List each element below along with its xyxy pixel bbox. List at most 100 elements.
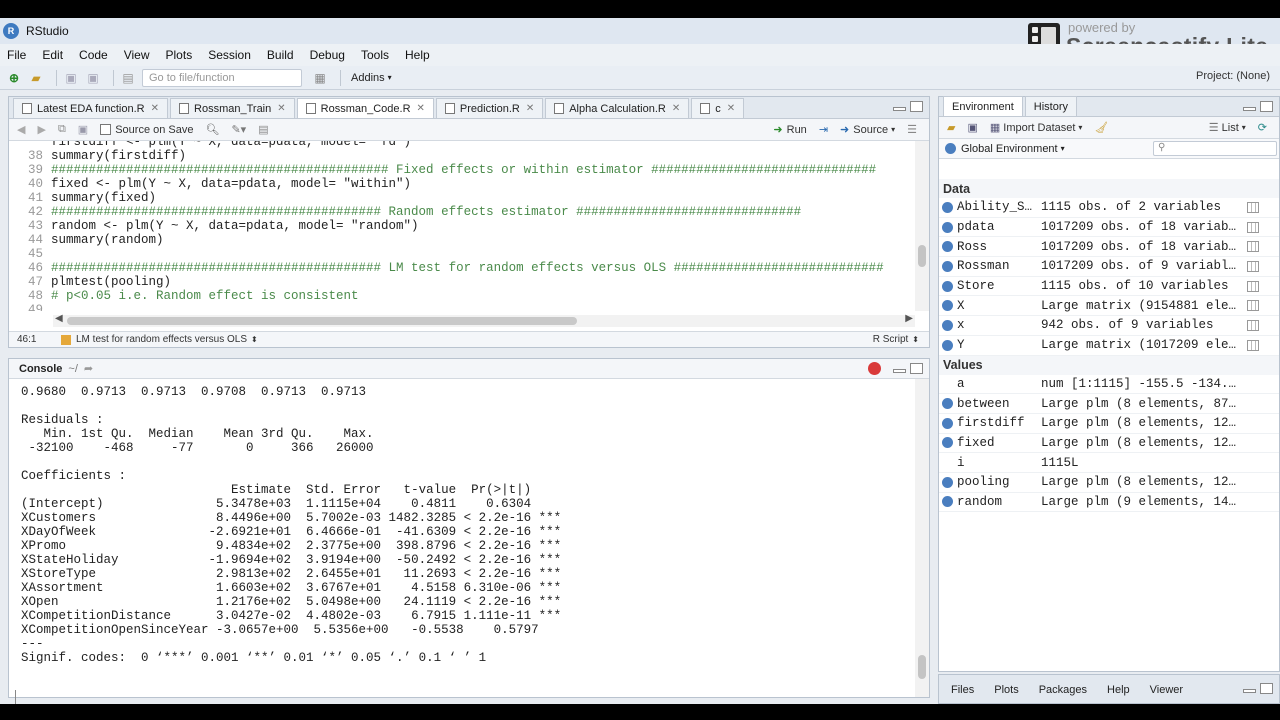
tab-alpha-calculation[interactable]: Alpha Calculation.R ✕ — [545, 98, 690, 118]
minimize-icon[interactable] — [893, 369, 906, 373]
tab-rossman-code[interactable]: Rossman_Code.R ✕ — [296, 98, 434, 118]
maximize-icon[interactable] — [1260, 683, 1273, 694]
environment-row[interactable]: pooling Large plm (8 elements, 129.… — [939, 473, 1279, 493]
addins-menu[interactable]: Addins — [351, 72, 385, 84]
environment-row[interactable]: Rossman 1017209 obs. of 9 variabl… — [939, 257, 1279, 277]
console-output[interactable]: 0.9680 0.9713 0.9713 0.9708 0.9713 0.971… — [21, 385, 911, 687]
expand-object-icon[interactable] — [942, 319, 953, 331]
forward-arrow-icon[interactable]: ▶ — [37, 123, 45, 136]
console-vertical-scrollbar[interactable] — [915, 379, 929, 697]
editor-vertical-scrollbar[interactable] — [915, 141, 929, 311]
file-type[interactable]: R Script — [873, 334, 909, 345]
expand-object-icon[interactable] — [942, 417, 953, 429]
view-data-icon[interactable] — [1247, 260, 1259, 272]
code-line[interactable]: 39 ######################################… — [9, 163, 876, 177]
list-view-menu[interactable]: ☰ List ▾ — [1209, 121, 1246, 135]
code-line[interactable]: 43 random <- plm(Y ~ X, data=pdata, model… — [9, 219, 419, 233]
environment-row[interactable]: Ability_S… 1115 obs. of 2 variables — [939, 198, 1279, 218]
back-arrow-icon[interactable]: ◀ — [17, 123, 25, 136]
clear-workspace-icon[interactable]: 🧹︎ — [1094, 121, 1108, 134]
open-project-icon[interactable]: ▰ — [28, 70, 44, 86]
code-line[interactable]: 45 — [9, 247, 51, 261]
expand-object-icon[interactable] — [942, 241, 953, 253]
minimize-icon[interactable] — [1243, 689, 1256, 693]
close-icon[interactable]: ✕ — [277, 103, 285, 114]
environment-row[interactable]: Ross 1017209 obs. of 18 variab… — [939, 237, 1279, 258]
search-icon[interactable]: 🔍︎ — [205, 123, 219, 136]
tab-prediction[interactable]: Prediction.R ✕ — [435, 98, 544, 118]
expand-object-icon[interactable] — [942, 280, 953, 292]
scroll-thumb[interactable] — [918, 245, 926, 267]
tab-rossman-train[interactable]: Rossman_Train ✕ — [170, 98, 295, 118]
run-button[interactable]: ➜ Run — [773, 123, 806, 137]
tab-plots[interactable]: Plots — [984, 680, 1028, 700]
view-data-icon[interactable] — [1247, 201, 1259, 213]
tab-c[interactable]: c ✕ — [691, 98, 745, 118]
menu-build[interactable]: Build — [267, 48, 294, 62]
expand-object-icon[interactable] — [942, 221, 953, 233]
new-file-icon[interactable]: ⊕ — [6, 70, 22, 86]
minimize-icon[interactable] — [1243, 107, 1256, 111]
environment-scope-select[interactable]: Global Environment — [961, 143, 1058, 155]
environment-search-input[interactable]: ⚲ — [1153, 141, 1277, 156]
maximize-icon[interactable] — [910, 101, 923, 112]
stop-icon[interactable] — [868, 362, 881, 375]
tab-help[interactable]: Help — [1097, 680, 1140, 700]
environment-row[interactable]: Store 1115 obs. of 10 variables — [939, 277, 1279, 297]
save-workspace-icon[interactable]: ▣ — [967, 121, 977, 134]
close-icon[interactable]: ✕ — [417, 103, 425, 114]
expand-object-icon[interactable] — [942, 437, 953, 449]
save-all-icon[interactable]: ▣ — [85, 70, 101, 86]
expand-object-icon[interactable] — [942, 398, 953, 410]
minimize-icon[interactable] — [893, 107, 906, 111]
project-menu[interactable]: Project: (None) — [1196, 70, 1270, 82]
refresh-icon[interactable]: ⟳ — [1258, 121, 1267, 134]
menu-plots[interactable]: Plots — [166, 48, 193, 62]
environment-row[interactable]: fixed Large plm (8 elements, 129.… — [939, 434, 1279, 454]
scroll-thumb[interactable] — [918, 655, 926, 679]
menu-view[interactable]: View — [124, 48, 150, 62]
close-icon[interactable]: ✕ — [672, 103, 680, 114]
code-line[interactable]: 40 fixed <- plm(Y ~ X, data=pdata, model=… — [9, 177, 411, 191]
load-workspace-icon[interactable]: ▰ — [947, 121, 955, 134]
menu-code[interactable]: Code — [79, 48, 108, 62]
code-line[interactable]: 41 summary(fixed) — [9, 191, 156, 205]
scroll-left-icon[interactable]: ◀ — [55, 313, 63, 324]
expand-object-icon[interactable] — [942, 476, 953, 488]
source-button[interactable]: ➜ Source ▾ — [840, 123, 895, 137]
expand-object-icon[interactable] — [942, 300, 953, 312]
tab-latest-eda[interactable]: Latest EDA function.R ✕ — [13, 98, 169, 118]
menu-file[interactable]: File — [7, 48, 26, 62]
view-data-icon[interactable] — [1247, 221, 1259, 233]
environment-row[interactable]: pdata 1017209 obs. of 18 variab… — [939, 218, 1279, 238]
view-data-icon[interactable] — [1247, 300, 1259, 312]
environment-row[interactable]: random Large plm (9 elements, 140.… — [939, 493, 1279, 513]
expand-object-icon[interactable] — [942, 260, 953, 272]
environment-row[interactable]: a num [1:1115] -155.5 -134.6 … — [939, 375, 1279, 395]
code-line[interactable]: 48 # p<0.05 i.e. Random effect is consist… — [9, 289, 359, 303]
expand-object-icon[interactable] — [942, 496, 953, 508]
goto-file-input[interactable]: Go to file/function — [142, 68, 302, 87]
tab-viewer[interactable]: Viewer — [1140, 680, 1193, 700]
console-title[interactable]: Console — [19, 363, 62, 375]
environment-row[interactable]: X Large matrix (9154881 ele… — [939, 296, 1279, 317]
view-data-icon[interactable] — [1247, 280, 1259, 292]
view-data-icon[interactable] — [1247, 319, 1259, 331]
environment-row[interactable]: x 942 obs. of 9 variables — [939, 316, 1279, 336]
workspace-panes-icon[interactable]: ▦ — [312, 70, 328, 86]
close-icon[interactable]: ✕ — [151, 103, 159, 114]
menu-tools[interactable]: Tools — [361, 48, 389, 62]
save-icon[interactable]: ▣ — [78, 123, 88, 136]
view-data-icon[interactable] — [1247, 339, 1259, 351]
close-icon[interactable]: ✕ — [526, 103, 534, 114]
expand-object-icon[interactable] — [942, 339, 953, 351]
view-data-icon[interactable] — [1247, 241, 1259, 253]
menu-edit[interactable]: Edit — [42, 48, 63, 62]
console-prompt-cursor[interactable] — [15, 690, 16, 704]
tab-environment[interactable]: Environment — [943, 96, 1023, 116]
show-in-window-icon[interactable]: ⧉ — [58, 123, 66, 136]
code-line[interactable]: firstdiff <- plm(Y ~ X, data=pdata, mode… — [9, 141, 411, 149]
menu-session[interactable]: Session — [208, 48, 251, 62]
maximize-icon[interactable] — [1260, 101, 1273, 112]
tab-history[interactable]: History — [1024, 96, 1077, 116]
